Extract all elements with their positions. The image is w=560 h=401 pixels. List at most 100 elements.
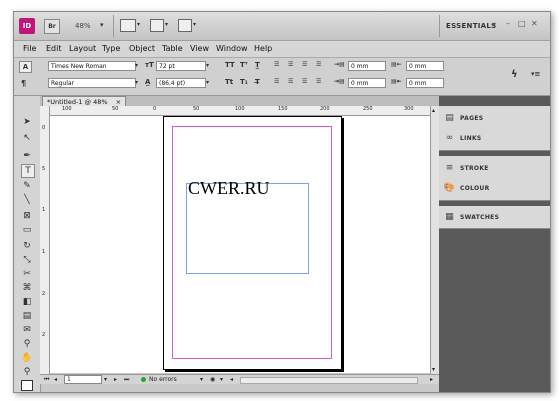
status-menu-icon[interactable]: ▾ [220,375,223,384]
align-left-icon[interactable]: ☰ [274,61,279,68]
page-number-field[interactable]: 1 [64,375,102,384]
align-center-icon[interactable]: ☰ [288,61,293,68]
screen-mode-dropdown-icon[interactable]: ▾ [165,21,168,28]
zoom-level[interactable]: 48% [75,22,91,30]
character-mode-button[interactable]: A [19,61,32,73]
tab-close-icon[interactable]: × [116,98,121,106]
fill-stroke-icon[interactable] [21,380,33,391]
page-dropdown-icon[interactable]: ▾ [104,375,107,384]
panel-swatches[interactable]: ▦ SWATCHES [439,207,550,227]
minimize-button[interactable]: – [506,19,510,28]
strikethrough-icon[interactable]: T̶ [255,78,260,86]
superscript-icon[interactable]: Tᵀ [240,61,248,69]
menu-view[interactable]: View [190,44,209,53]
all-caps-icon[interactable]: TT [225,61,235,69]
previous-page-icon[interactable]: ◂ [54,375,57,384]
menu-window[interactable]: Window [216,44,248,53]
gradient-feather-tool-icon[interactable]: ▤ [21,310,33,322]
zoom-dropdown-icon[interactable]: ▾ [100,21,104,29]
panel-label: COLOUR [460,185,490,192]
last-page-icon[interactable]: ⏭ [124,375,129,384]
panel-colour[interactable]: 🎨 COLOUR [439,178,550,198]
font-style-field[interactable]: Regular [48,78,136,88]
zoom-tool-icon[interactable]: ⚲ [21,366,33,378]
arrange-documents-dropdown-icon[interactable]: ▾ [193,21,196,28]
panel-group: ▦ SWATCHES [439,206,550,229]
view-options-icon[interactable] [120,19,136,32]
font-family-field[interactable]: Times New Roman [48,61,136,71]
frame-text[interactable]: CWER.RU [188,178,270,199]
horizontal-scrollbar[interactable] [240,377,418,384]
panel-menu-icon[interactable]: ▾≡ [531,70,540,78]
free-transform-tool-icon[interactable]: ⌘ [21,282,33,294]
menu-layout[interactable]: Layout [69,44,96,53]
preflight-status[interactable]: No errors [149,375,177,384]
menu-edit[interactable]: Edit [46,44,62,53]
view-options-dropdown-icon[interactable]: ▾ [137,21,140,28]
workspace-dropdown-icon[interactable]: ▾ [492,20,496,29]
selection-tool-icon[interactable]: ➤ [21,116,33,128]
align-right-icon[interactable]: ☰ [302,61,307,68]
scissors-tool-icon[interactable]: ✂ [21,268,33,280]
line-tool-icon[interactable]: ╲ [21,194,33,206]
right-indent-field[interactable]: 0 mm [406,61,444,71]
first-line-indent-field[interactable]: 0 mm [348,78,386,88]
justify-icon[interactable]: ☰ [316,61,321,68]
font-family-dropdown-icon[interactable]: ▾ [135,62,138,69]
close-button[interactable]: ✕ [531,19,538,28]
eyedropper-tool-icon[interactable]: ⚲ [21,338,33,350]
last-line-indent-field[interactable]: 0 mm [406,78,444,88]
pen-tool-icon[interactable]: ✒ [21,150,33,162]
scroll-down-icon[interactable]: ▾ [432,366,435,373]
justify-right-icon[interactable]: ☰ [302,78,307,85]
underline-icon[interactable]: T̲ [255,61,260,69]
hand-tool-icon[interactable]: ✋ [21,352,33,364]
text-frame[interactable]: CWER.RU [186,178,309,274]
rotate-tool-icon[interactable]: ↻ [21,240,33,252]
rectangle-frame-tool-icon[interactable]: ⊠ [21,210,33,222]
font-size-field[interactable]: 72 pt [156,61,206,71]
scroll-up-icon[interactable]: ▴ [432,107,435,114]
justify-center-icon[interactable]: ☰ [288,78,293,85]
font-style-dropdown-icon[interactable]: ▾ [135,79,138,86]
first-page-icon[interactable]: ⏮ [44,375,49,384]
maximize-button[interactable]: □ [518,19,526,28]
panel-links[interactable]: ∞ LINKS [439,128,550,148]
next-page-icon[interactable]: ▸ [114,375,117,384]
menu-object[interactable]: Object [129,44,155,53]
scroll-right-icon[interactable]: ▸ [430,375,433,384]
subscript-icon[interactable]: T₁ [240,78,248,86]
pencil-tool-icon[interactable]: ✎ [21,180,33,192]
document-page[interactable]: CWER.RU [163,116,342,370]
direct-selection-tool-icon[interactable]: ↖ [21,132,33,144]
small-caps-icon[interactable]: Tt [225,78,233,86]
open-page-icon[interactable]: ◉ [210,375,215,384]
gradient-swatch-tool-icon[interactable]: ◧ [21,296,33,308]
menu-type[interactable]: Type [102,44,120,53]
last-line-indent-icon: ▤⇤ [391,78,402,85]
menu-table[interactable]: Table [162,44,183,53]
rectangle-tool-icon[interactable]: ▭ [21,224,33,236]
panel-pages[interactable]: ▤ PAGES [439,108,550,128]
preflight-dropdown-icon[interactable]: ▾ [200,375,203,384]
type-tool-icon[interactable]: T [21,164,35,178]
justify-all-icon[interactable]: ☰ [316,78,321,85]
pasteboard[interactable]: CWER.RU [50,116,430,373]
leading-dropdown-icon[interactable]: ▾ [206,79,209,86]
workspace-switcher[interactable]: ESSENTIALS [446,22,497,30]
lightning-icon[interactable]: ϟ [511,69,518,80]
menu-help[interactable]: Help [254,44,272,53]
paragraph-mode-button[interactable]: ¶ [21,79,26,88]
scale-tool-icon[interactable]: ⤡ [21,254,33,266]
menu-file[interactable]: File [23,44,36,53]
scroll-left-icon[interactable]: ◂ [230,375,233,384]
leading-field[interactable]: (86,4 pt) [156,78,206,88]
arrange-documents-icon[interactable] [178,19,192,32]
panel-stroke[interactable]: ≡ STROKE [439,158,550,178]
note-tool-icon[interactable]: ✉ [21,324,33,336]
font-size-dropdown-icon[interactable]: ▾ [206,62,209,69]
screen-mode-icon[interactable] [150,19,164,32]
bridge-button[interactable]: Br [44,19,60,34]
left-indent-field[interactable]: 0 mm [348,61,386,71]
justify-left-icon[interactable]: ☰ [274,78,279,85]
